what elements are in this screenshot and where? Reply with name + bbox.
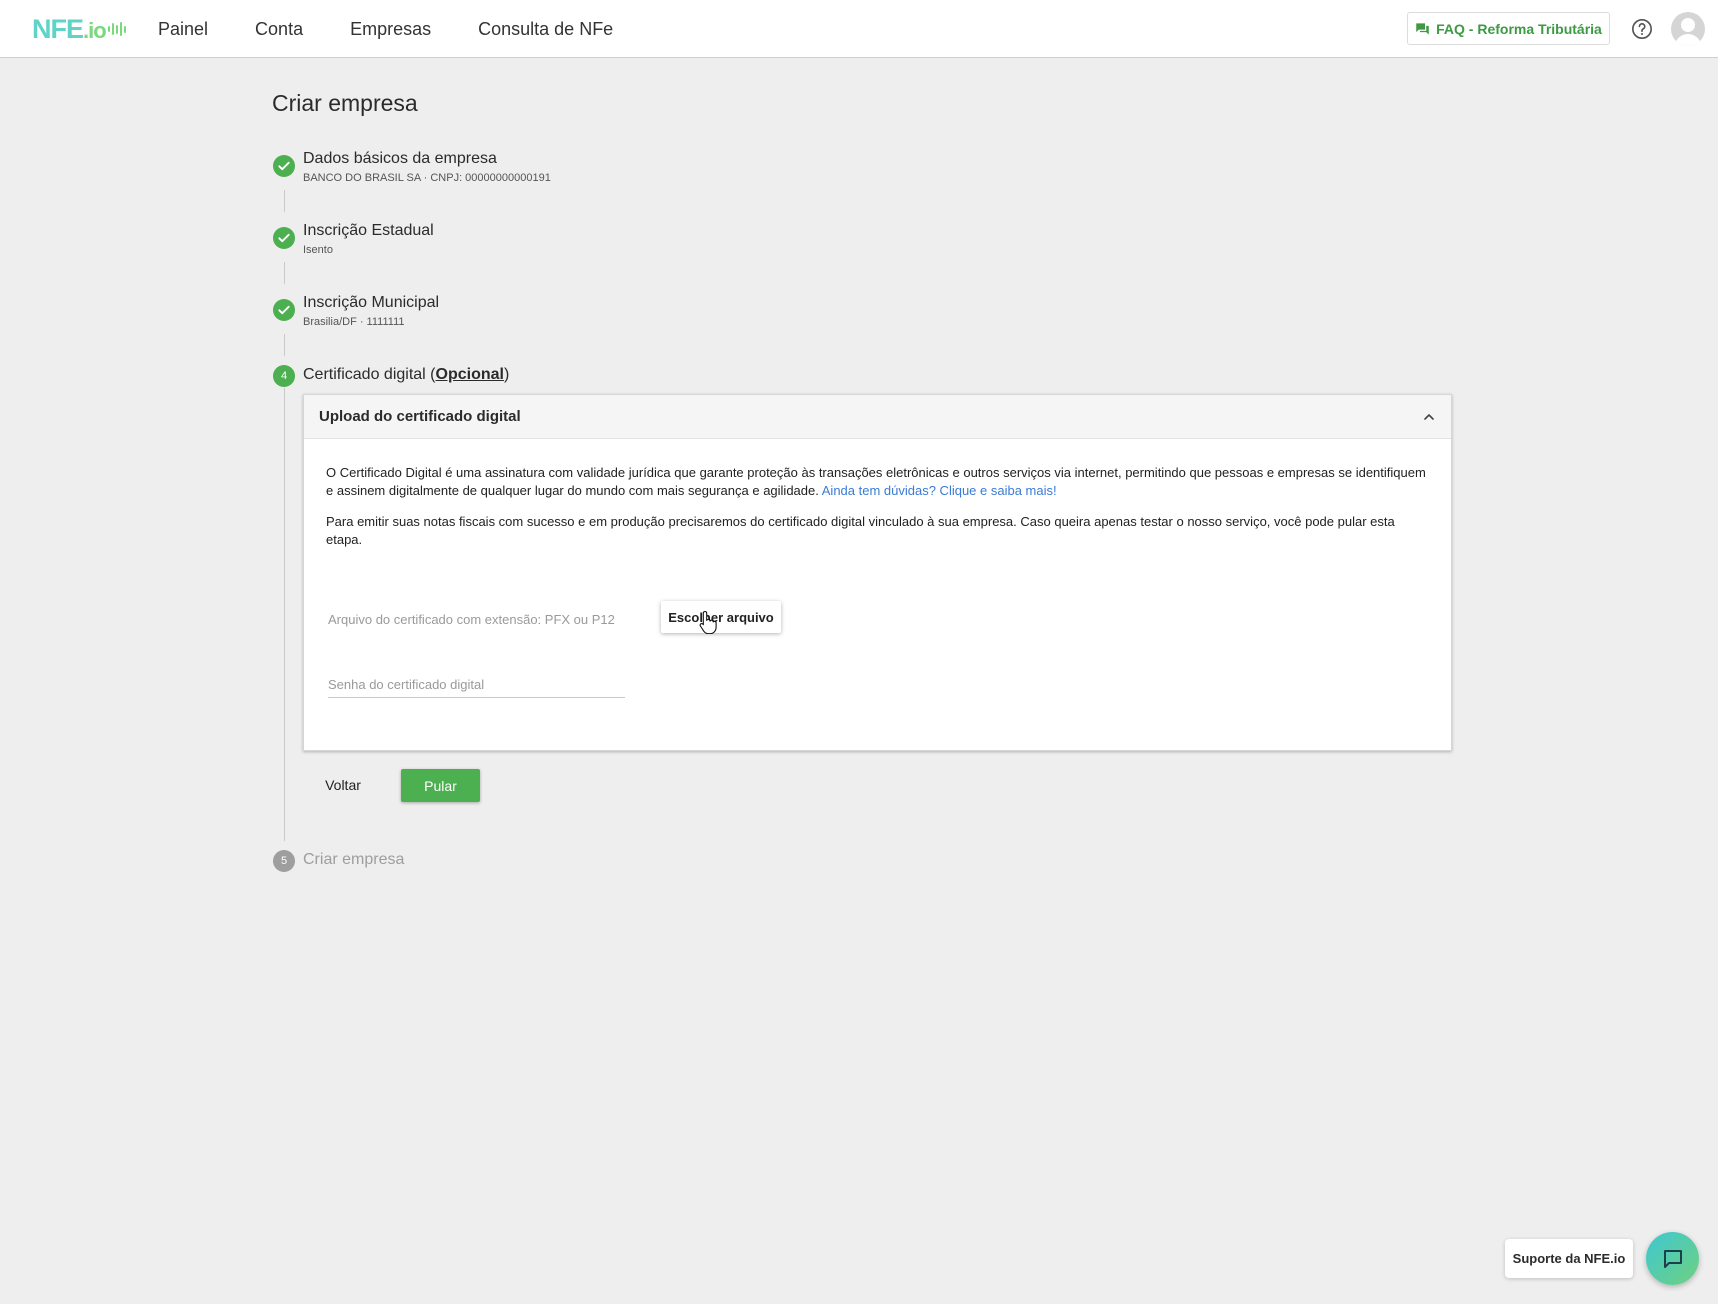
step-2-subtitle: Isento — [303, 244, 333, 256]
chevron-up-icon[interactable] — [1421, 409, 1437, 425]
faq-reforma-button[interactable]: FAQ - Reforma Tributária — [1407, 12, 1610, 45]
step-2-check-icon — [273, 227, 295, 249]
stepper-connector — [284, 334, 285, 356]
step-1-subtitle: BANCO DO BRASIL SA · CNPJ: 0000000000019… — [303, 172, 551, 184]
step-3-subtitle: Brasilia/DF · 1111111 — [303, 316, 405, 328]
chat-icon — [1416, 22, 1429, 35]
certificate-description: O Certificado Digital é uma assinatura c… — [326, 464, 1426, 500]
hand-pointer-cursor-icon — [699, 610, 717, 634]
step-3-check-icon — [273, 299, 295, 321]
certificate-production-note: Para emitir suas notas fiscais com suces… — [326, 514, 1395, 547]
stepper-connector — [284, 388, 285, 841]
step-4-title[interactable]: Certificado digital (Opcional) — [303, 366, 509, 384]
step-1-check-icon — [273, 155, 295, 177]
nav-consulta-nfe[interactable]: Consulta de NFe — [478, 19, 613, 40]
nfe-logo[interactable]: NFE.io — [32, 14, 128, 44]
step-4-number: 4 — [273, 365, 295, 387]
user-avatar-icon[interactable] — [1671, 12, 1705, 46]
stepper-connector — [284, 262, 285, 284]
logo-wordmark: NFE.io — [32, 13, 107, 45]
top-navbar: NFE.io Painel Conta Empresas Consulta de… — [0, 0, 1718, 58]
skip-button[interactable]: Pular — [401, 769, 480, 802]
avatar-silhouette-icon — [1674, 18, 1702, 46]
logo-text: NFE — [32, 13, 84, 44]
step-5-number: 5 — [273, 850, 295, 872]
certificate-password-input[interactable] — [328, 672, 625, 698]
step-4-title-prefix: Certificado digital ( — [303, 366, 436, 383]
support-label[interactable]: Suporte da NFE.io — [1505, 1239, 1633, 1278]
certificate-file-label: Arquivo do certificado com extensão: PFX… — [328, 612, 615, 627]
step-4-title-suffix: ) — [503, 366, 510, 383]
step-1-title[interactable]: Dados básicos da empresa — [303, 150, 497, 168]
nav-painel[interactable]: Painel — [158, 19, 208, 40]
step-2-title[interactable]: Inscrição Estadual — [303, 222, 434, 240]
step-3-title[interactable]: Inscrição Municipal — [303, 294, 439, 312]
page-title: Criar empresa — [272, 90, 418, 116]
faq-label: FAQ - Reforma Tributária — [1436, 20, 1602, 37]
certificate-panel-title: Upload do certificado digital — [319, 408, 521, 425]
nav-conta[interactable]: Conta — [255, 19, 303, 40]
question-circle-icon[interactable] — [1631, 18, 1653, 40]
logo-suffix: .io — [83, 17, 107, 43]
step-5-title: Criar empresa — [303, 851, 405, 868]
logo-soundwave-icon — [107, 22, 128, 36]
support-chat-button[interactable] — [1646, 1232, 1699, 1285]
certificate-upload-panel: Upload do certificado digital O Certific… — [303, 394, 1452, 751]
certificate-panel-header[interactable]: Upload do certificado digital — [304, 395, 1451, 439]
stepper-connector — [284, 190, 285, 212]
choose-file-button[interactable]: Escolher arquivo — [661, 601, 781, 633]
nav-empresas[interactable]: Empresas — [350, 19, 431, 40]
main-nav: Painel Conta Empresas Consulta de NFe — [158, 0, 660, 58]
back-button[interactable]: Voltar — [316, 772, 370, 798]
learn-more-link[interactable]: Ainda tem dúvidas? Clique e saiba mais! — [822, 483, 1057, 498]
step-4-opcional: Opcional — [435, 366, 504, 383]
chat-bubble-icon — [1663, 1249, 1682, 1268]
